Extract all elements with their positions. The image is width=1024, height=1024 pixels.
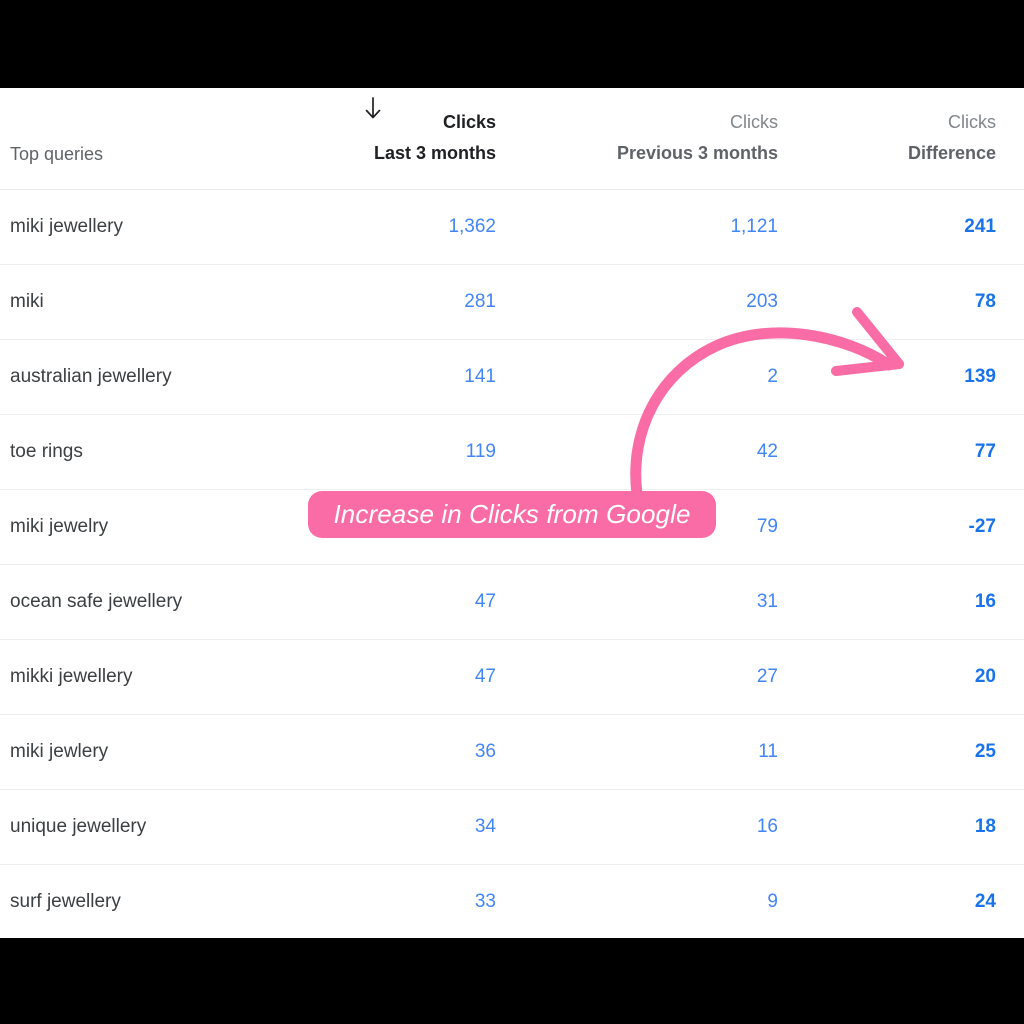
clicks-last-3-months-cell: 119 [340, 414, 524, 490]
query-cell: miki [0, 264, 340, 340]
query-cell: surf jewellery [0, 864, 340, 938]
clicks-last-3-months-cell: 36 [340, 714, 524, 790]
table-row[interactable]: miki jewellery 1,362 1,121 241 [0, 189, 1024, 265]
table-row[interactable]: surf jewellery 33 9 24 [0, 864, 1024, 938]
screenshot-stage: Top queries Clicks Last 3 months Clicks … [0, 0, 1024, 1024]
clicks-previous-3-months-cell: 9 [524, 864, 806, 938]
letterbox-bar-top [0, 0, 1024, 88]
column-header-clicks-previous-3-months[interactable]: Clicks Previous 3 months [524, 88, 806, 190]
clicks-difference-cell: 24 [806, 864, 1024, 938]
table-row[interactable]: unique jewellery 34 16 18 [0, 789, 1024, 865]
column-header-clicks-difference-line1: Clicks [948, 112, 996, 132]
column-header-clicks-previous-3-months-line2: Previous 3 months [616, 143, 778, 163]
clicks-last-3-months-cell: 33 [340, 864, 524, 938]
column-header-top-queries-label: Top queries [10, 144, 104, 164]
query-cell: miki jewelry [0, 489, 340, 565]
clicks-previous-3-months-cell: 27 [524, 639, 806, 715]
query-cell: miki jewellery [0, 189, 340, 265]
clicks-difference-cell: 18 [806, 789, 1024, 865]
clicks-difference-cell: 25 [806, 714, 1024, 790]
table-row[interactable]: mikki jewellery 47 27 20 [0, 639, 1024, 715]
clicks-last-3-months-cell: 281 [340, 264, 524, 340]
clicks-last-3-months-cell: 47 [340, 639, 524, 715]
clicks-previous-3-months-cell: 203 [524, 264, 806, 340]
clicks-difference-cell: 78 [806, 264, 1024, 340]
column-header-clicks-last-3-months-line2: Last 3 months [373, 143, 496, 163]
query-cell: miki jewlery [0, 714, 340, 790]
column-header-clicks-previous-3-months-line1: Clicks [730, 112, 778, 132]
table-body: miki jewellery 1,362 1,121 241 miki 281 203 78 a… [0, 189, 1024, 938]
clicks-previous-3-months-cell: 42 [524, 414, 806, 490]
table-header: Top queries Clicks Last 3 months Clicks … [0, 88, 1024, 190]
query-cell: australian jewellery [0, 339, 340, 415]
clicks-difference-cell: 241 [806, 189, 1024, 265]
arrow-down-icon [362, 96, 384, 122]
letterbox-bar-bottom [0, 938, 1024, 1024]
top-queries-table: Top queries Clicks Last 3 months Clicks … [0, 88, 1024, 938]
query-cell: mikki jewellery [0, 639, 340, 715]
column-header-clicks-difference-line2: Difference [907, 143, 996, 163]
table-header-row: Top queries Clicks Last 3 months Clicks … [0, 88, 1024, 190]
table-row[interactable]: australian jewellery 141 2 139 [0, 339, 1024, 415]
clicks-previous-3-months-cell: 31 [524, 564, 806, 640]
clicks-difference-cell: 139 [806, 339, 1024, 415]
clicks-previous-3-months-cell: 79 [524, 489, 806, 565]
column-header-clicks-last-3-months[interactable]: Clicks Last 3 months [340, 88, 524, 190]
clicks-previous-3-months-cell: 1,121 [524, 189, 806, 265]
clicks-last-3-months-cell: 34 [340, 789, 524, 865]
clicks-difference-cell: -27 [806, 489, 1024, 565]
table-row[interactable]: miki jewlery 36 11 25 [0, 714, 1024, 790]
column-header-clicks-difference[interactable]: Clicks Difference [806, 88, 1024, 190]
query-cell: ocean safe jewellery [0, 564, 340, 640]
column-header-top-queries[interactable]: Top queries [0, 88, 340, 190]
clicks-last-3-months-cell: 141 [340, 339, 524, 415]
table-row[interactable]: toe rings 119 42 77 [0, 414, 1024, 490]
table-row[interactable]: miki jewelry 79 -27 [0, 489, 1024, 565]
search-console-queries-panel: Top queries Clicks Last 3 months Clicks … [0, 88, 1024, 938]
clicks-difference-cell: 16 [806, 564, 1024, 640]
clicks-previous-3-months-cell: 16 [524, 789, 806, 865]
query-cell: unique jewellery [0, 789, 340, 865]
clicks-last-3-months-cell: 47 [340, 564, 524, 640]
clicks-previous-3-months-cell: 11 [524, 714, 806, 790]
clicks-difference-cell: 20 [806, 639, 1024, 715]
clicks-previous-3-months-cell: 2 [524, 339, 806, 415]
table-row[interactable]: miki 281 203 78 [0, 264, 1024, 340]
clicks-last-3-months-cell: 1,362 [340, 189, 524, 265]
clicks-last-3-months-cell [340, 489, 524, 565]
query-cell: toe rings [0, 414, 340, 490]
table-row[interactable]: ocean safe jewellery 47 31 16 [0, 564, 1024, 640]
clicks-difference-cell: 77 [806, 414, 1024, 490]
